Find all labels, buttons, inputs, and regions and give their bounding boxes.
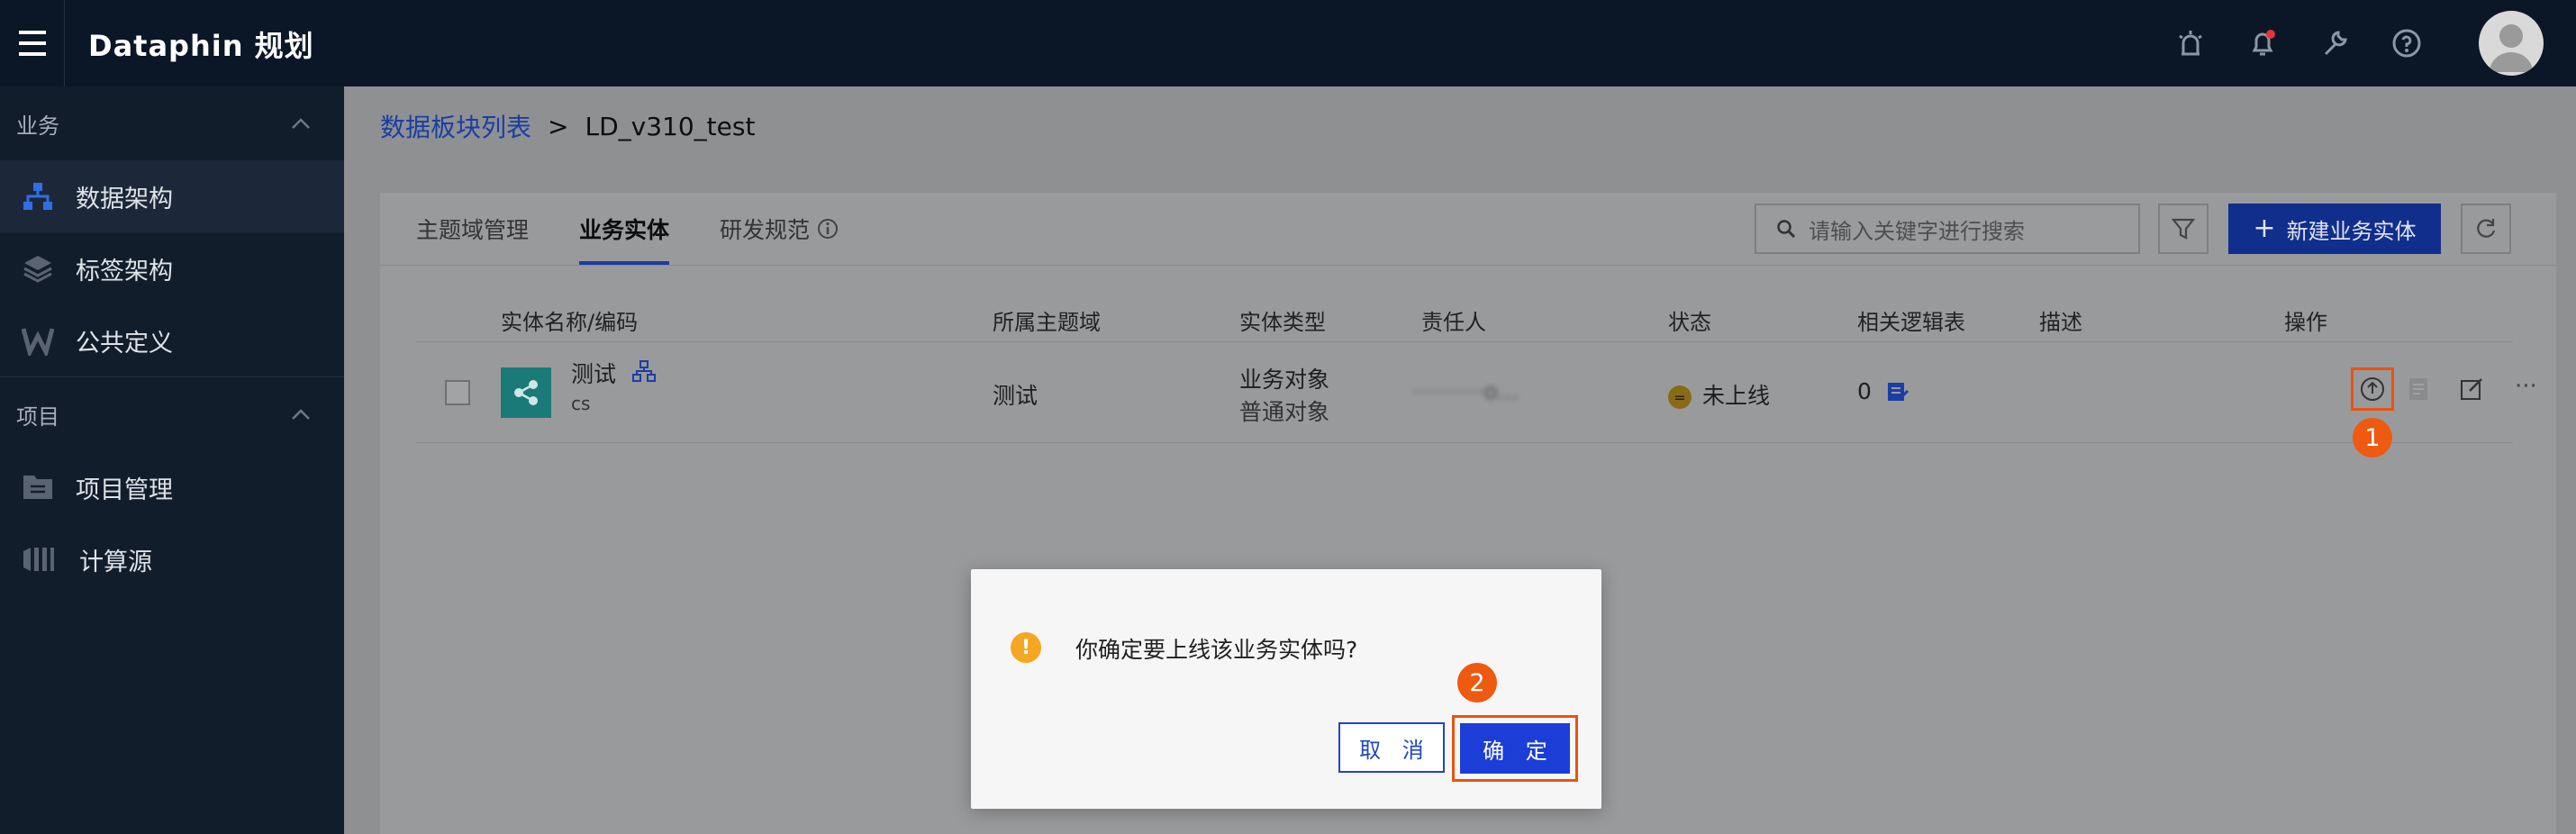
sidebar-section-business[interactable]: 业务	[0, 86, 344, 160]
chevron-up-icon	[292, 409, 310, 420]
hierarchy-icon	[0, 181, 76, 212]
confirm-message: 你确定要上线该业务实体吗?	[1075, 637, 1358, 663]
sidebar-item-tag-architecture[interactable]: 标签架构	[0, 232, 344, 304]
step-1-marker: 1	[2353, 418, 2392, 458]
status-badge: = 未上线	[1668, 378, 1770, 411]
disabled-doc-icon[interactable]	[2407, 376, 2430, 402]
entity-table: 实体名称/编码 所属主题域 实体类型 责任人 状态 相关逻辑表 描述 操作 测试…	[416, 292, 2537, 458]
help-icon[interactable]	[2390, 27, 2423, 59]
top-icons	[2174, 0, 2544, 86]
sidebar-item-compute-source[interactable]: 计算源	[0, 523, 344, 595]
entity-relation-icon[interactable]	[632, 360, 656, 382]
w-letter-icon	[0, 325, 76, 356]
breadcrumb-parent-link[interactable]: 数据板块列表	[380, 108, 531, 144]
confirm-highlight: 确 定	[1452, 715, 1578, 782]
entity-domain: 测试	[993, 383, 1039, 409]
confirm-button[interactable]: 确 定	[1460, 723, 1570, 774]
publish-button[interactable]	[2351, 367, 2394, 411]
layers-icon	[0, 253, 76, 284]
search-icon	[1777, 220, 1796, 239]
col-logic-tables: 相关逻辑表	[1857, 310, 1965, 335]
breadcrumb-separator: >	[548, 111, 569, 141]
more-actions-icon[interactable]: ···	[2515, 373, 2537, 400]
refresh-icon	[2477, 219, 2496, 238]
plus-icon: +	[2253, 213, 2276, 244]
table-header: 实体名称/编码 所属主题域 实体类型 责任人 状态 相关逻辑表 描述 操作	[416, 292, 2513, 342]
confirm-dialog: ! 你确定要上线该业务实体吗? 2 取 消 确 定	[971, 569, 1601, 809]
step-2-marker: 2	[1457, 663, 1497, 703]
breadcrumb-current: LD_v310_test	[585, 111, 756, 141]
edit-icon[interactable]	[2459, 376, 2484, 402]
entity-share-icon	[501, 367, 551, 418]
status-offline-icon: =	[1668, 385, 1692, 409]
tabs-divider	[380, 265, 2556, 266]
notification-bell-icon[interactable]	[2246, 27, 2279, 59]
entity-code: cs	[571, 393, 591, 414]
menu-icon[interactable]	[0, 0, 65, 86]
app-title: Dataphin 规划	[88, 29, 314, 63]
upload-icon	[2361, 377, 2384, 401]
col-status: 状态	[1668, 310, 1711, 335]
col-description: 描述	[2039, 310, 2082, 335]
table-row: 测试 cs 测试 业务对象 普通对象 ··········o... = 未上线 0…	[416, 342, 2537, 458]
sidebar-item-data-architecture[interactable]: 数据架构	[0, 160, 344, 232]
filter-icon	[2171, 218, 2196, 240]
sidebar: 业务 数据架构 标签架构 公共定义 项目 项目管理 计算源	[0, 86, 344, 834]
entity-type: 业务对象	[1239, 367, 1330, 393]
row-checkbox[interactable]	[445, 380, 470, 405]
col-actions: 操作	[2284, 310, 2327, 335]
alarm-icon[interactable]	[2174, 27, 2207, 59]
user-avatar[interactable]	[2479, 11, 2544, 76]
col-type: 实体类型	[1239, 310, 1326, 335]
tab-bar: 主题域管理 业务实体 研发规范	[416, 193, 839, 265]
wrench-icon[interactable]	[2318, 27, 2351, 59]
entity-name-link[interactable]: 测试	[571, 357, 616, 389]
breadcrumb: 数据板块列表 > LD_v310_test	[380, 108, 755, 144]
sidebar-item-project-management[interactable]: 项目管理	[0, 451, 344, 523]
tab-subject-domain[interactable]: 主题域管理	[416, 193, 529, 265]
col-owner: 责任人	[1421, 310, 1486, 335]
new-business-entity-button[interactable]: + 新建业务实体	[2228, 204, 2441, 254]
search-placeholder: 请输入关键字进行搜索	[1809, 218, 2025, 244]
entity-subtype: 普通对象	[1239, 399, 1330, 425]
sidebar-item-public-definition[interactable]: 公共定义	[0, 304, 344, 376]
search-input[interactable]: 请输入关键字进行搜索	[1755, 204, 2140, 254]
warning-icon: !	[1011, 632, 1041, 663]
tab-business-entity[interactable]: 业务实体	[579, 193, 670, 265]
filter-button[interactable]	[2158, 204, 2209, 254]
info-icon	[818, 219, 839, 239]
top-bar: Dataphin 规划	[0, 0, 2576, 86]
logic-table-edit-icon[interactable]	[1886, 380, 1909, 403]
entity-owner: ··········o...	[1412, 378, 1519, 404]
sidebar-section-project[interactable]: 项目	[0, 377, 344, 451]
col-name: 实体名称/编码	[501, 310, 639, 335]
tab-dev-standards[interactable]: 研发规范	[720, 193, 839, 265]
project-icon	[0, 472, 76, 503]
compute-source-icon	[0, 544, 76, 575]
logic-table-count: 0	[1857, 378, 1872, 404]
chevron-up-icon	[292, 118, 310, 129]
cancel-button[interactable]: 取 消	[1338, 722, 1445, 773]
refresh-button[interactable]	[2461, 204, 2511, 254]
col-domain: 所属主题域	[993, 310, 1101, 335]
